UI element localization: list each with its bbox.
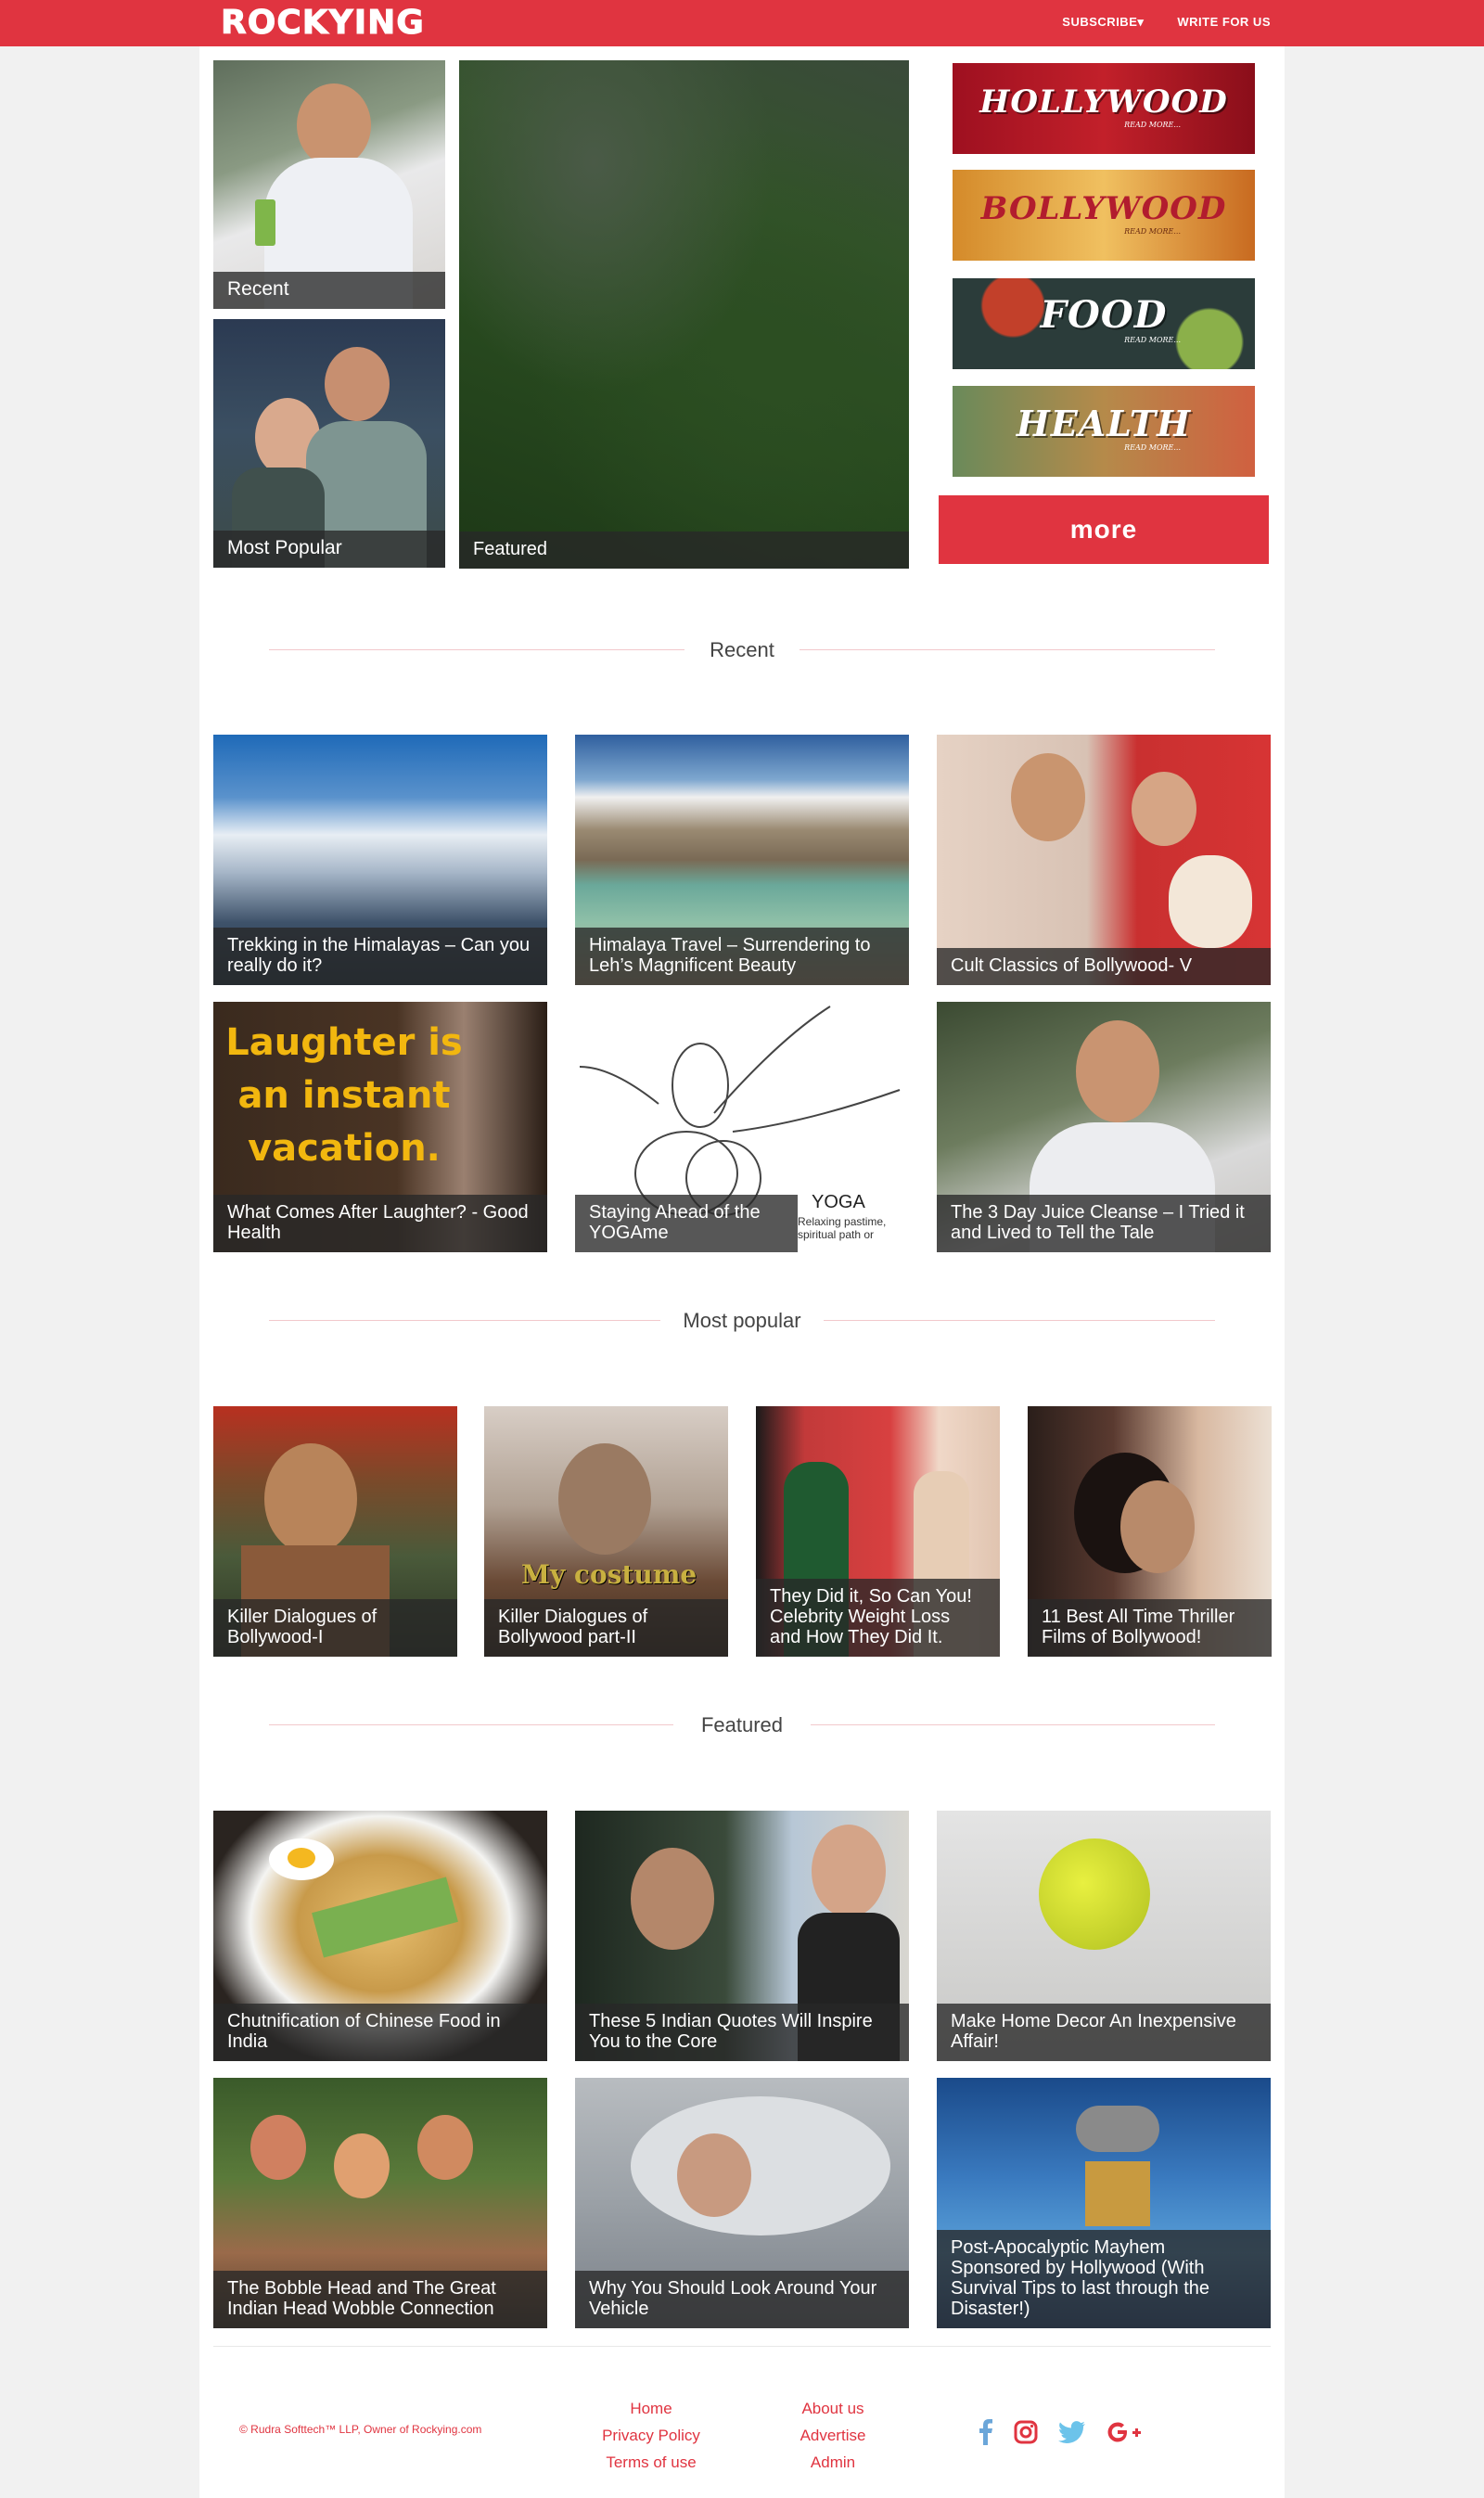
admin-link[interactable]: Admin <box>777 2449 889 2476</box>
hero-popular-label: Most Popular <box>213 531 445 568</box>
health-banner[interactable]: HEALTH READ MORE... <box>953 386 1255 477</box>
food-banner-readmore: READ MORE... <box>1124 336 1181 344</box>
post-title: 11 Best All Time Thriller Films of Bolly… <box>1028 1599 1272 1657</box>
costume-image-text: My costume <box>521 1559 697 1590</box>
post-title: The 3 Day Juice Cleanse – I Tried it and… <box>937 1195 1271 1252</box>
featured-section-heading: Featured <box>269 1711 1215 1739</box>
recent-post-card[interactable]: Trekking in the Himalayas – Can you real… <box>213 735 547 985</box>
heading-rule <box>800 649 1215 650</box>
food-banner[interactable]: FOOD READ MORE... <box>953 278 1255 369</box>
laughter-image-text: Laughter is an instant vacation. <box>225 1021 463 1170</box>
featured-post-card[interactable]: These 5 Indian Quotes Will Inspire You t… <box>575 1811 909 2061</box>
twitter-icon[interactable] <box>1058 2421 1086 2447</box>
heading-rule <box>269 1724 673 1725</box>
advertise-link[interactable]: Advertise <box>777 2422 889 2449</box>
featured-post-card[interactable]: Make Home Decor An Inexpensive Affair! <box>937 1811 1271 2061</box>
home-link[interactable]: Home <box>586 2395 716 2422</box>
yoga-image-subtitle: Relaxing pastime, spiritual path or <box>798 1215 887 1241</box>
heading-rule <box>811 1724 1215 1725</box>
hollywood-banner-title: HOLLYWOOD <box>979 83 1228 121</box>
hero-featured-label: Featured <box>459 532 909 569</box>
privacy-policy-link[interactable]: Privacy Policy <box>586 2422 716 2449</box>
more-button[interactable]: more <box>939 495 1269 564</box>
health-banner-readmore: READ MORE... <box>1124 443 1181 452</box>
featured-post-card[interactable]: Chutnification of Chinese Food in India <box>213 1811 547 2061</box>
popular-post-card[interactable]: They Did it, So Can You! Celebrity Weigh… <box>756 1406 1000 1657</box>
recent-post-card[interactable]: Cult Classics of Bollywood- V <box>937 735 1271 985</box>
heading-rule <box>824 1320 1215 1321</box>
instagram-icon[interactable] <box>1014 2420 1038 2448</box>
post-title: What Comes After Laughter? - Good Health <box>213 1195 547 1252</box>
subscribe-menu[interactable]: SUBSCRIBE▾ <box>1062 15 1144 30</box>
footer-links-col-2: About us Advertise Admin <box>777 2395 889 2476</box>
post-title: Cult Classics of Bollywood- V <box>937 948 1271 985</box>
recent-post-card[interactable]: Laughter is an instant vacation. What Co… <box>213 1002 547 1252</box>
footer-links-col-1: Home Privacy Policy Terms of use <box>586 2395 716 2476</box>
featured-post-card[interactable]: The Bobble Head and The Great Indian Hea… <box>213 2078 547 2328</box>
featured-post-card[interactable]: Post-Apocalyptic Mayhem Sponsored by Hol… <box>937 2078 1271 2328</box>
recent-post-card[interactable]: Himalaya Travel – Surrendering to Leh’s … <box>575 735 909 985</box>
heading-rule <box>269 649 684 650</box>
recent-post-card[interactable]: YOGA Relaxing pastime, spiritual path or… <box>575 1002 909 1252</box>
hollywood-banner-readmore: READ MORE... <box>1124 121 1181 129</box>
post-title: Staying Ahead of the YOGAme <box>575 1195 798 1252</box>
footer-copyright: © Rudra Softtech™ LLP, Owner of Rockying… <box>239 2423 482 2436</box>
top-navbar: ROCKYING SUBSCRIBE▾ WRITE FOR US <box>0 0 1484 46</box>
post-title: Trekking in the Himalayas – Can you real… <box>213 928 547 985</box>
recent-section-heading: Recent <box>269 636 1215 664</box>
write-for-us-link[interactable]: WRITE FOR US <box>1177 15 1271 30</box>
heading-rule <box>269 1320 660 1321</box>
hero-popular-tile[interactable]: Most Popular <box>213 319 445 568</box>
terms-of-use-link[interactable]: Terms of use <box>586 2449 716 2476</box>
popular-post-card[interactable]: 11 Best All Time Thriller Films of Bolly… <box>1028 1406 1272 1657</box>
bollywood-banner-readmore: READ MORE... <box>1124 227 1181 236</box>
recent-heading: Recent <box>687 636 797 664</box>
post-title: Killer Dialogues of Bollywood part-II <box>484 1599 728 1657</box>
about-us-link[interactable]: About us <box>777 2395 889 2422</box>
featured-heading: Featured <box>678 1711 806 1739</box>
post-title: They Did it, So Can You! Celebrity Weigh… <box>756 1579 1000 1657</box>
hero-featured-tile[interactable]: Featured <box>459 60 909 569</box>
post-title: Killer Dialogues of Bollywood-I <box>213 1599 457 1657</box>
featured-mountain-image <box>459 60 909 569</box>
footer-divider <box>213 2346 1271 2347</box>
post-title: The Bobble Head and The Great Indian Hea… <box>213 2271 547 2328</box>
bollywood-banner-title: BOLLYWOOD <box>980 190 1227 227</box>
yoga-image-title: YOGA <box>812 1192 865 1212</box>
post-title: Why You Should Look Around Your Vehicle <box>575 2271 909 2328</box>
social-links <box>979 2419 1144 2449</box>
facebook-icon[interactable] <box>979 2419 993 2449</box>
google-plus-icon[interactable] <box>1107 2421 1144 2447</box>
post-title: Post-Apocalyptic Mayhem Sponsored by Hol… <box>937 2230 1271 2328</box>
bollywood-banner[interactable]: BOLLYWOOD READ MORE... <box>953 170 1255 261</box>
hollywood-banner[interactable]: HOLLYWOOD READ MORE... <box>953 63 1255 154</box>
post-title: Make Home Decor An Inexpensive Affair! <box>937 2004 1271 2061</box>
recent-post-card[interactable]: The 3 Day Juice Cleanse – I Tried it and… <box>937 1002 1271 1252</box>
post-title: Himalaya Travel – Surrendering to Leh’s … <box>575 928 909 985</box>
featured-post-card[interactable]: Why You Should Look Around Your Vehicle <box>575 2078 909 2328</box>
popular-post-card[interactable]: Killer Dialogues of Bollywood-I <box>213 1406 457 1657</box>
top-nav: SUBSCRIBE▾ WRITE FOR US <box>1062 15 1271 30</box>
site-logo[interactable]: ROCKYING <box>221 4 425 43</box>
food-banner-title: FOOD <box>1040 293 1168 337</box>
hero-recent-label: Recent <box>213 272 445 309</box>
hero-recent-tile[interactable]: Recent <box>213 60 445 309</box>
popular-heading: Most popular <box>660 1307 824 1335</box>
post-title: These 5 Indian Quotes Will Inspire You t… <box>575 2004 909 2061</box>
post-title: Chutnification of Chinese Food in India <box>213 2004 547 2061</box>
health-banner-title: HEALTH <box>1016 403 1192 444</box>
popular-post-card[interactable]: My costume Killer Dialogues of Bollywood… <box>484 1406 728 1657</box>
popular-section-heading: Most popular <box>269 1307 1215 1335</box>
